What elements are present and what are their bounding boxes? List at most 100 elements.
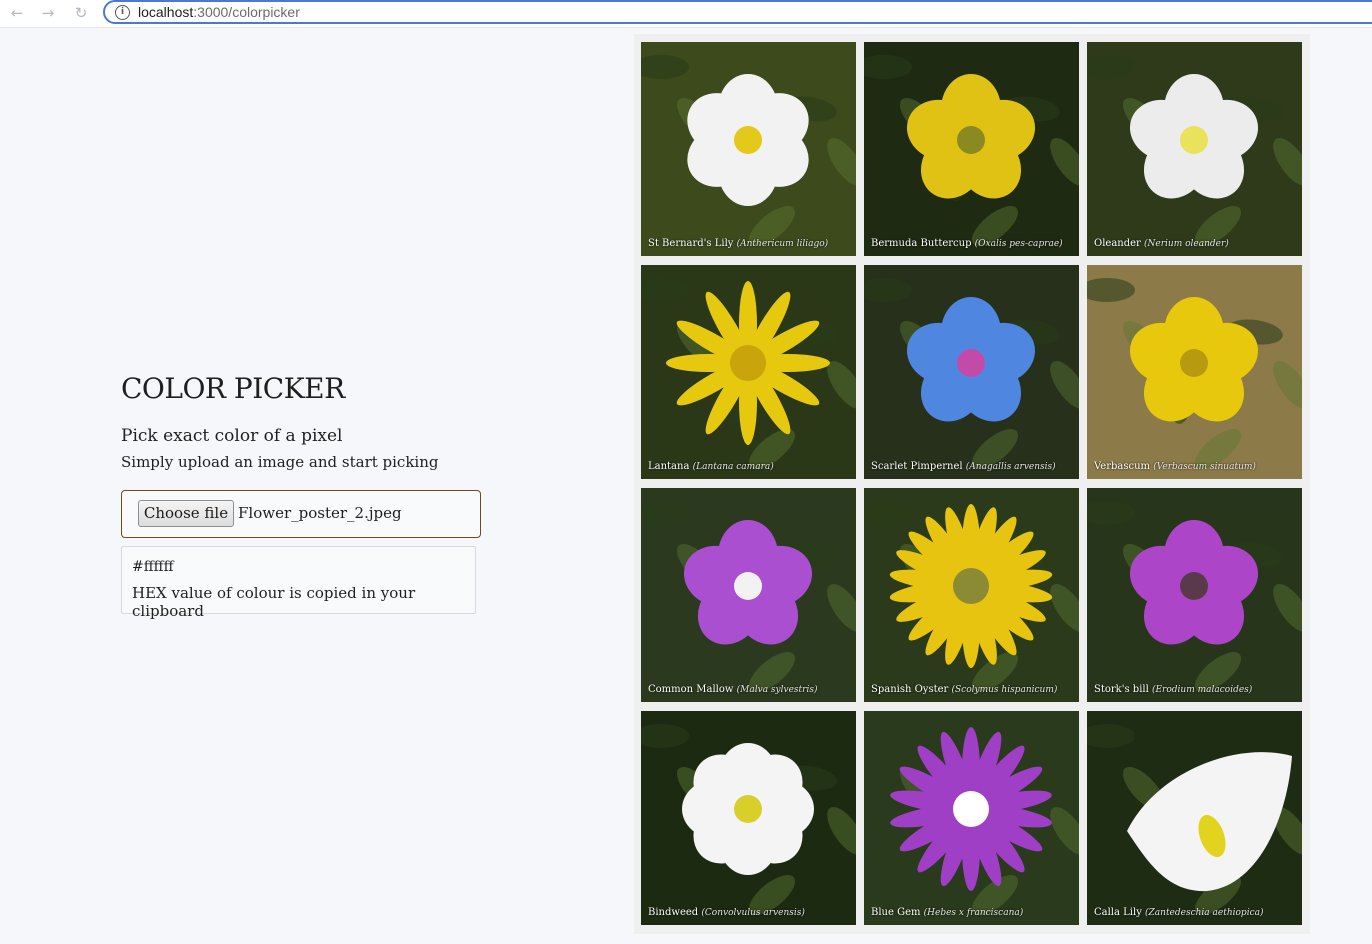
reload-icon[interactable]: ↻ (70, 3, 92, 23)
leaf-shape (1050, 584, 1079, 632)
flower-latin-name: (Zantedeschia aethiopica) (1145, 908, 1264, 918)
browser-toolbar: ← → ↻ i localhost:3000/colorpicker (0, 0, 1372, 28)
leaf-shape (641, 278, 689, 302)
flower-illustration (864, 55, 1079, 246)
flower-tile[interactable]: Bindweed (Convolvulus arvensis) (641, 711, 856, 925)
flower-latin-name: (Oxalis pes-caprae) (974, 239, 1063, 249)
flower-caption: Calla Lily (Zantedeschia aethiopica) (1094, 907, 1299, 919)
flower-latin-name: (Lantana camara) (692, 462, 774, 472)
leaf-shape (641, 55, 689, 79)
flower-name: Lantana (648, 461, 693, 472)
flower-illustration (641, 501, 856, 692)
leaf-shape (641, 501, 689, 525)
flower-latin-name: (Anthericum liliago) (736, 239, 829, 249)
flower-latin-name: (Nerium oleander) (1144, 239, 1229, 249)
flower-tile[interactable]: Scarlet Pimpernel (Anagallis arvensis) (864, 265, 1079, 479)
flower-tile[interactable]: Oleander (Nerium oleander) (1087, 42, 1302, 256)
flower-center (1180, 572, 1208, 600)
flower-name: St Bernard's Lily (648, 238, 737, 249)
flower-name: Scarlet Pimpernel (871, 461, 966, 472)
leaf-shape (641, 724, 689, 748)
flower-tile[interactable]: Lantana (Lantana camara) (641, 265, 856, 479)
flower-latin-name: (Malva sylvestris) (736, 685, 818, 695)
leaf-shape (1273, 361, 1302, 409)
flower-illustration (641, 724, 856, 915)
page-subtext: Simply upload an image and start picking (121, 453, 439, 471)
flower-center (957, 126, 985, 154)
flower-tile[interactable]: Blue Gem (Hebes x franciscana) (864, 711, 1079, 925)
flower-latin-name: (Anagallis arvensis) (965, 462, 1056, 472)
forward-arrow-icon[interactable]: → (37, 3, 59, 23)
flower-latin-name: (Scolymus hispanicum) (951, 685, 1058, 695)
flower-illustration (1087, 724, 1302, 915)
leaf-shape (864, 724, 912, 748)
flower-illustration (1087, 278, 1302, 469)
flower-name: Bindweed (648, 907, 702, 918)
flower-tile[interactable]: Calla Lily (Zantedeschia aethiopica) (1087, 711, 1302, 925)
flower-center (953, 791, 989, 827)
flower-name: Common Mallow (648, 684, 737, 695)
flower-center (734, 572, 762, 600)
flower-tile[interactable]: Bermuda Buttercup (Oxalis pes-caprae) (864, 42, 1079, 256)
leaf-shape (864, 278, 912, 302)
flower-name: Verbascum (1094, 461, 1154, 472)
flower-center (734, 126, 762, 154)
flower-tile[interactable]: Stork's bill (Erodium malacoides) (1087, 488, 1302, 702)
flower-center (730, 345, 766, 381)
leaf-shape (1087, 55, 1135, 79)
page-subtitle: Pick exact color of a pixel (121, 426, 343, 446)
flower-center (957, 349, 985, 377)
flower-tile[interactable]: Spanish Oyster (Scolymus hispanicum) (864, 488, 1079, 702)
url-path: :3000/colorpicker (193, 4, 300, 20)
flower-tile[interactable]: Verbascum (Verbascum sinuatum) (1087, 265, 1302, 479)
file-upload-field[interactable]: Choose file Flower_poster_2.jpeg (121, 490, 481, 538)
address-bar[interactable]: i localhost:3000/colorpicker (103, 0, 1372, 24)
color-result-panel: #ffffff HEX value of colour is copied in… (121, 546, 476, 620)
flower-center (1180, 349, 1208, 377)
flower-latin-name: (Verbascum sinuatum) (1153, 462, 1256, 472)
flower-caption: St Bernard's Lily (Anthericum liliago) (648, 238, 853, 250)
leaf-shape (1050, 807, 1079, 855)
flower-caption: Blue Gem (Hebes x franciscana) (871, 907, 1076, 919)
flower-center (1180, 126, 1208, 154)
leaf-shape (1273, 584, 1302, 632)
choose-file-button[interactable]: Choose file (138, 500, 234, 527)
flower-tile[interactable]: Common Mallow (Malva sylvestris) (641, 488, 856, 702)
clipboard-message: HEX value of colour is copied in your cl… (132, 584, 416, 620)
url-host: localhost (138, 4, 194, 20)
flower-latin-name: (Erodium malacoides) (1151, 685, 1253, 695)
flower-caption: Lantana (Lantana camara) (648, 461, 853, 473)
flower-caption: Bindweed (Convolvulus arvensis) (648, 907, 853, 919)
flower-latin-name: (Hebes x franciscana) (923, 908, 1024, 918)
flower-center (953, 568, 989, 604)
flower-illustration (1087, 501, 1302, 692)
flower-illustration (864, 278, 1079, 469)
url-text[interactable]: localhost:3000/colorpicker (138, 4, 300, 21)
flower-name: Blue Gem (871, 907, 924, 918)
flower-center (734, 795, 762, 823)
leaf-shape (1087, 501, 1135, 525)
hex-value: #ffffff (132, 559, 174, 575)
selected-file-name: Flower_poster_2.jpeg (238, 504, 402, 522)
leaf-shape (864, 501, 912, 525)
flower-illustration (864, 501, 1079, 692)
flower-name: Stork's bill (1094, 684, 1152, 695)
back-arrow-icon[interactable]: ← (6, 3, 28, 23)
leaf-shape (1273, 138, 1302, 186)
flower-caption: Common Mallow (Malva sylvestris) (648, 684, 853, 696)
flower-illustration (1087, 55, 1302, 246)
leaf-shape (827, 584, 856, 632)
leaf-shape (1087, 724, 1135, 748)
flower-name: Bermuda Buttercup (871, 238, 975, 249)
page-title: COLOR PICKER (121, 372, 345, 405)
flower-caption: Scarlet Pimpernel (Anagallis arvensis) (871, 461, 1076, 473)
info-icon[interactable]: i (115, 5, 130, 20)
flower-name: Spanish Oyster (871, 684, 952, 695)
leaf-shape (827, 138, 856, 186)
flower-caption: Spanish Oyster (Scolymus hispanicum) (871, 684, 1076, 696)
flower-latin-name: (Convolvulus arvensis) (701, 908, 805, 918)
uploaded-image-canvas[interactable]: St Bernard's Lily (Anthericum liliago) Be… (634, 34, 1310, 934)
flower-caption: Oleander (Nerium oleander) (1094, 238, 1299, 250)
flower-tile[interactable]: St Bernard's Lily (Anthericum liliago) (641, 42, 856, 256)
leaf-shape (1087, 278, 1135, 302)
